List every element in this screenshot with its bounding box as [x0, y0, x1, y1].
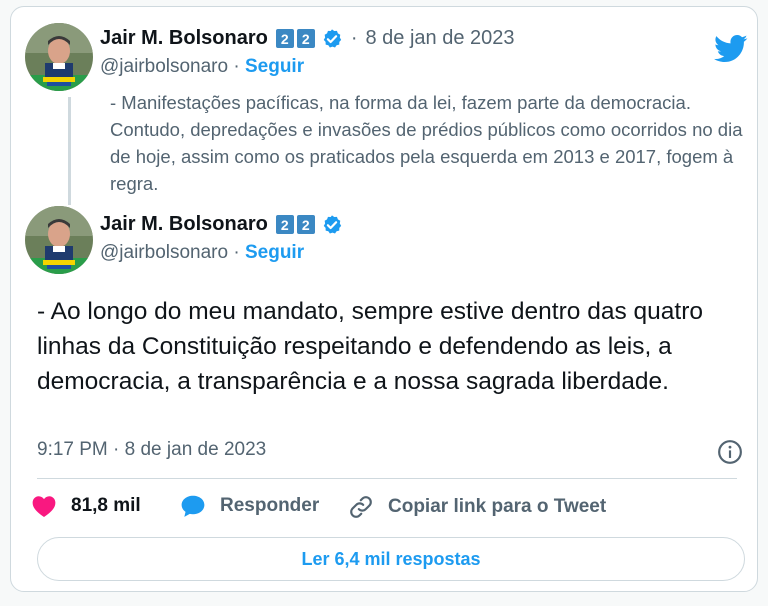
- quoted-tweet-text: - Manifestações pacíficas, na forma da l…: [110, 92, 743, 194]
- thread-connector-line: [68, 97, 71, 205]
- reply-label: Responder: [220, 495, 320, 516]
- read-replies-label: Ler 6,4 mil respostas: [301, 548, 481, 569]
- verified-badge-icon: [323, 28, 341, 48]
- main-tweet-text: - Ao longo do meu mandato, sempre estive…: [37, 298, 703, 395]
- quoted-handle-row: @jairbolsonaro · Seguir: [100, 56, 304, 78]
- verified-badge-icon: [323, 214, 341, 234]
- tweet-date[interactable]: 8 de jan de 2023: [365, 27, 514, 50]
- avatar[interactable]: [25, 206, 93, 274]
- like-button[interactable]: 81,8 mil: [31, 494, 141, 518]
- number-badge: 2: [296, 29, 315, 48]
- author-handle[interactable]: @jairbolsonaro: [100, 242, 228, 263]
- heart-icon: [32, 496, 56, 518]
- tweet-timestamp[interactable]: 9:17 PM · 8 de jan de 2023: [37, 439, 266, 461]
- copy-link-button[interactable]: Copiar link para o Tweet: [348, 494, 606, 520]
- date-separator: ·: [350, 27, 358, 49]
- read-replies-button[interactable]: Ler 6,4 mil respostas: [37, 537, 745, 581]
- info-icon[interactable]: [717, 439, 743, 465]
- author-name[interactable]: Jair M. Bolsonaro: [100, 213, 268, 236]
- quoted-author-row: Jair M. Bolsonaro 2 2 · 8 de jan de 2023: [100, 27, 515, 50]
- like-count: 81,8 mil: [71, 495, 141, 516]
- main-author-row: Jair M. Bolsonaro 2 2: [100, 213, 343, 236]
- number-badge: 2: [275, 215, 294, 234]
- reply-button[interactable]: Responder: [180, 494, 319, 518]
- number-badge: 2: [296, 215, 315, 234]
- main-handle-row: @jairbolsonaro · Seguir: [100, 242, 304, 264]
- number-badge: 2: [275, 29, 294, 48]
- twitter-bird-icon[interactable]: [714, 34, 748, 64]
- handle-separator: ·: [233, 56, 240, 77]
- copy-link-label: Copiar link para o Tweet: [388, 496, 607, 517]
- handle-separator: ·: [233, 242, 240, 263]
- tweet-embed-card: Jair M. Bolsonaro 2 2 · 8 de jan de 2023…: [10, 6, 758, 592]
- avatar[interactable]: [25, 23, 93, 91]
- speech-bubble-icon: [181, 495, 205, 517]
- divider: [37, 478, 737, 479]
- follow-button[interactable]: Seguir: [245, 242, 304, 263]
- author-handle[interactable]: @jairbolsonaro: [100, 56, 228, 77]
- author-name[interactable]: Jair M. Bolsonaro: [100, 27, 268, 50]
- link-icon: [350, 496, 372, 518]
- follow-button[interactable]: Seguir: [245, 56, 304, 77]
